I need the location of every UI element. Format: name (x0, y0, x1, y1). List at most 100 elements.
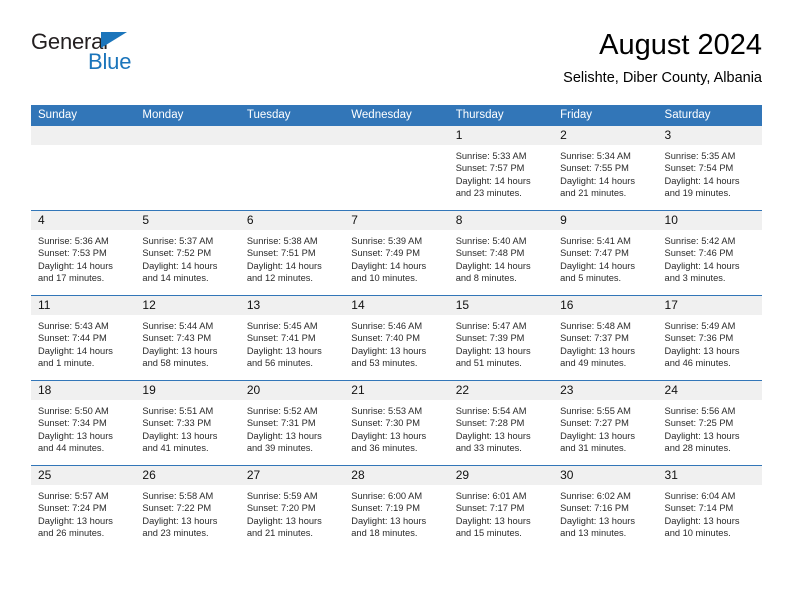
day-detail-line: and 5 minutes. (560, 273, 622, 284)
day-detail-line: and 14 minutes. (142, 273, 209, 284)
calendar-day-cell[interactable]: 21 Sunrise: 5:53 AM Sunset: 7:30 PM Dayligh… (344, 380, 449, 466)
calendar-day-cell[interactable]: 17 Sunrise: 5:49 AM Sunset: 7:36 PM Dayligh… (657, 295, 762, 381)
day-detail-line: Sunset: 7:16 PM (560, 503, 629, 514)
day-number: 16 (553, 296, 658, 315)
day-detail-line: and 58 minutes. (142, 358, 209, 369)
calendar-day-cell[interactable]: 3 Sunrise: 5:35 AM Sunset: 7:54 PM Daylight… (657, 126, 762, 211)
day-detail-line: Daylight: 14 hours (455, 175, 531, 186)
day-number: 27 (239, 466, 345, 485)
day-detail-line: Sunrise: 5:34 AM (560, 151, 631, 161)
calendar-day-cell[interactable]: 25 Sunrise: 5:57 AM Sunset: 7:24 PM Dayligh… (31, 465, 136, 550)
calendar-day-cell[interactable]: 7 Sunrise: 5:39 AM Sunset: 7:49 PM Daylight… (344, 210, 449, 296)
calendar-day-cell[interactable]: 26 Sunrise: 5:58 AM Sunset: 7:22 PM Dayligh… (135, 465, 240, 550)
day-detail-line: Daylight: 13 hours (560, 345, 636, 356)
calendar-day-cell[interactable]: 20 Sunrise: 5:52 AM Sunset: 7:31 PM Dayligh… (239, 380, 345, 466)
calendar-day-cell[interactable]: 5 Sunrise: 5:37 AM Sunset: 7:52 PM Daylight… (135, 210, 240, 296)
day-details: Sunrise: 5:47 AM Sunset: 7:39 PM Daylight:… (449, 315, 553, 370)
day-detail-line: and 21 minutes. (246, 528, 313, 539)
day-number: 22 (448, 381, 554, 400)
calendar-day-cell[interactable]: 2 Sunrise: 5:34 AM Sunset: 7:55 PM Daylight… (553, 126, 658, 211)
calendar-day-cell[interactable]: 8 Sunrise: 5:40 AM Sunset: 7:48 PM Daylight… (448, 210, 554, 296)
day-number: 28 (344, 466, 449, 485)
day-detail-line: Sunset: 7:20 PM (246, 503, 316, 514)
calendar-day-cell[interactable]: 4 Sunrise: 5:36 AM Sunset: 7:53 PM Daylight… (31, 210, 136, 296)
day-detail-line: Sunset: 7:53 PM (38, 248, 107, 259)
calendar-day-cell[interactable]: 1 Sunrise: 5:33 AM Sunset: 7:57 PM Daylight… (448, 126, 554, 211)
weekday-header-saturday: Saturday (657, 105, 762, 126)
day-number: 15 (448, 296, 554, 315)
day-detail-line: and 8 minutes. (455, 273, 517, 284)
day-details: Sunrise: 5:43 AM Sunset: 7:44 PM Daylight:… (31, 315, 135, 370)
day-number (135, 126, 240, 145)
day-detail-line: Sunrise: 6:02 AM (560, 491, 631, 501)
day-detail-line: and 51 minutes. (455, 358, 522, 369)
calendar-day-cell[interactable]: 19 Sunrise: 5:51 AM Sunset: 7:33 PM Dayligh… (135, 380, 240, 466)
day-detail-line: Sunset: 7:37 PM (560, 333, 629, 344)
day-detail-line: Sunrise: 5:56 AM (664, 406, 736, 416)
calendar-day-cell[interactable]: 6 Sunrise: 5:38 AM Sunset: 7:51 PM Daylight… (239, 210, 345, 296)
calendar-day-cell[interactable]: 16 Sunrise: 5:48 AM Sunset: 7:37 PM Dayligh… (553, 295, 658, 381)
day-detail-line: Daylight: 13 hours (664, 515, 740, 526)
day-detail-line: Sunrise: 6:01 AM (455, 491, 527, 501)
day-details: Sunrise: 5:40 AM Sunset: 7:48 PM Daylight:… (449, 230, 553, 285)
calendar-day-cell[interactable]: 23 Sunrise: 5:55 AM Sunset: 7:27 PM Dayligh… (553, 380, 658, 466)
day-detail-line: Sunset: 7:40 PM (351, 333, 420, 344)
day-detail-line: Sunrise: 5:50 AM (38, 406, 109, 416)
day-detail-line: Sunset: 7:17 PM (455, 503, 525, 514)
day-details: Sunrise: 5:49 AM Sunset: 7:36 PM Daylight:… (658, 315, 762, 370)
day-detail-line: Sunrise: 5:53 AM (351, 406, 423, 416)
day-detail-line: Sunset: 7:43 PM (142, 333, 212, 344)
weekday-header-thursday: Thursday (448, 105, 554, 126)
calendar-day-cell[interactable]: 31 Sunrise: 6:04 AM Sunset: 7:14 PM Dayligh… (657, 465, 762, 550)
calendar-day-cell[interactable]: 13 Sunrise: 5:45 AM Sunset: 7:41 PM Dayligh… (239, 295, 345, 381)
day-detail-line: Sunset: 7:19 PM (351, 503, 420, 514)
calendar-week-row: 4 Sunrise: 5:36 AM Sunset: 7:53 PM Daylight… (31, 210, 762, 296)
calendar-day-cell[interactable]: 30 Sunrise: 6:02 AM Sunset: 7:16 PM Dayligh… (553, 465, 658, 550)
day-detail-line: Sunset: 7:39 PM (455, 333, 525, 344)
brand-name-bottom: Blue (88, 49, 132, 74)
day-detail-line: and 44 minutes. (38, 443, 105, 454)
day-detail-line: and 12 minutes. (246, 273, 313, 284)
brand-logo[interactable]: General Blue (31, 30, 231, 86)
calendar-day-cell[interactable]: 14 Sunrise: 5:46 AM Sunset: 7:40 PM Dayligh… (344, 295, 449, 381)
day-number: 12 (135, 296, 240, 315)
day-details: Sunrise: 5:41 AM Sunset: 7:47 PM Daylight:… (553, 230, 657, 285)
day-detail-line: and 1 minute. (38, 358, 95, 369)
day-number: 5 (135, 211, 240, 230)
day-detail-line: Sunrise: 5:39 AM (351, 236, 423, 246)
day-detail-line: Sunrise: 5:36 AM (38, 236, 109, 246)
day-detail-line: and 23 minutes. (142, 528, 209, 539)
calendar-day-cell[interactable]: 22 Sunrise: 5:54 AM Sunset: 7:28 PM Dayligh… (448, 380, 554, 466)
calendar-body: 1 Sunrise: 5:33 AM Sunset: 7:57 PM Daylight… (31, 126, 762, 550)
day-detail-line: Daylight: 13 hours (246, 430, 322, 441)
calendar-day-cell-empty (31, 126, 136, 211)
day-detail-line: Daylight: 14 hours (560, 260, 636, 271)
calendar-day-cell-empty (344, 126, 449, 211)
day-number: 6 (239, 211, 345, 230)
day-detail-line: Daylight: 13 hours (246, 345, 322, 356)
day-detail-line: Sunset: 7:55 PM (560, 163, 629, 174)
calendar-day-cell[interactable]: 18 Sunrise: 5:50 AM Sunset: 7:34 PM Dayligh… (31, 380, 136, 466)
day-detail-line: Sunrise: 5:57 AM (38, 491, 109, 501)
day-number: 25 (31, 466, 136, 485)
day-detail-line: Sunset: 7:57 PM (455, 163, 525, 174)
day-number: 1 (448, 126, 554, 145)
day-number: 13 (239, 296, 345, 315)
day-details: Sunrise: 5:59 AM Sunset: 7:20 PM Daylight:… (240, 485, 344, 540)
day-details: Sunrise: 5:54 AM Sunset: 7:28 PM Daylight:… (449, 400, 553, 455)
calendar-day-cell[interactable]: 12 Sunrise: 5:44 AM Sunset: 7:43 PM Dayligh… (135, 295, 240, 381)
calendar-day-cell[interactable]: 28 Sunrise: 6:00 AM Sunset: 7:19 PM Dayligh… (344, 465, 449, 550)
calendar-day-cell[interactable]: 15 Sunrise: 5:47 AM Sunset: 7:39 PM Dayligh… (448, 295, 554, 381)
calendar-day-cell[interactable]: 27 Sunrise: 5:59 AM Sunset: 7:20 PM Dayligh… (239, 465, 345, 550)
calendar-day-cell[interactable]: 10 Sunrise: 5:42 AM Sunset: 7:46 PM Dayligh… (657, 210, 762, 296)
calendar-day-cell[interactable]: 24 Sunrise: 5:56 AM Sunset: 7:25 PM Dayligh… (657, 380, 762, 466)
day-detail-line: Sunrise: 5:59 AM (246, 491, 318, 501)
day-number: 18 (31, 381, 136, 400)
calendar-day-cell[interactable]: 11 Sunrise: 5:43 AM Sunset: 7:44 PM Dayligh… (31, 295, 136, 381)
calendar-day-cell[interactable]: 9 Sunrise: 5:41 AM Sunset: 7:47 PM Daylight… (553, 210, 658, 296)
day-detail-line: Sunset: 7:44 PM (38, 333, 107, 344)
calendar-day-cell[interactable]: 29 Sunrise: 6:01 AM Sunset: 7:17 PM Dayligh… (448, 465, 554, 550)
day-details: Sunrise: 6:04 AM Sunset: 7:14 PM Daylight:… (658, 485, 762, 540)
day-detail-line: and 10 minutes. (351, 273, 418, 284)
day-detail-line: Daylight: 13 hours (455, 430, 531, 441)
